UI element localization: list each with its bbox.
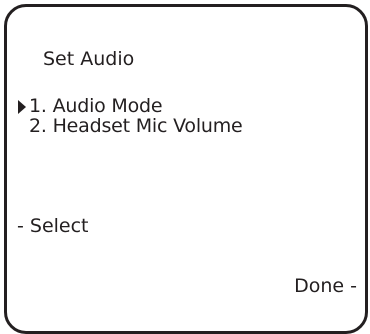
menu-item-label: 1. Audio Mode [29,95,163,117]
menu-item-label: 2. Headset Mic Volume [29,115,243,137]
phone-display: Set Audio 1. Audio Mode 2. Headset Mic V… [4,4,368,334]
menu-item-headset-mic-volume[interactable]: 2. Headset Mic Volume [29,116,243,136]
screen-title: Set Audio [43,48,135,70]
select-softkey[interactable]: - Select [17,214,89,238]
menu-item-audio-mode[interactable]: 1. Audio Mode [18,95,243,117]
menu-list: 1. Audio Mode 2. Headset Mic Volume [18,95,243,136]
done-softkey[interactable]: Done - [294,274,357,298]
selection-arrow-icon [18,100,26,114]
